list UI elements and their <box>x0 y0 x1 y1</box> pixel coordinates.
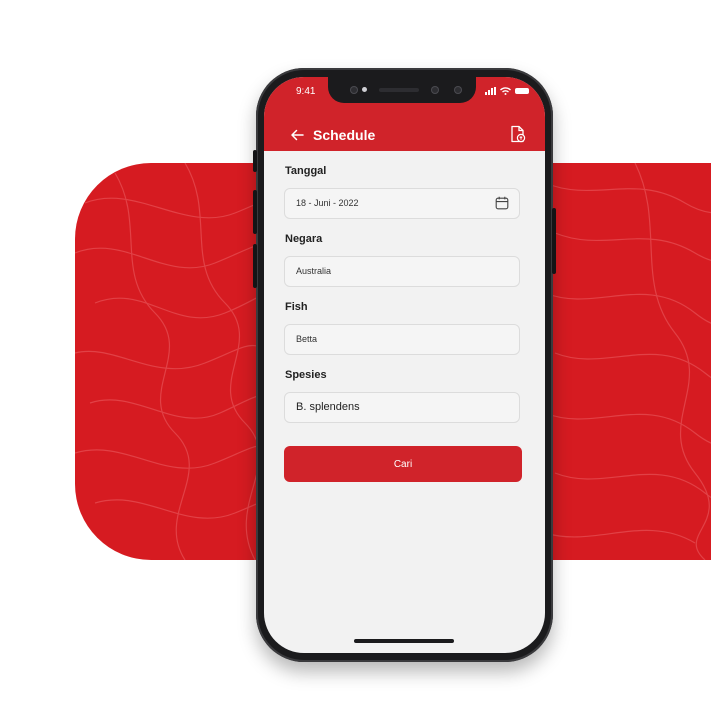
calendar-icon[interactable] <box>495 196 509 210</box>
status-time: 9:41 <box>296 86 316 97</box>
proximity-dot <box>431 86 439 94</box>
fish-field[interactable]: Betta <box>284 324 520 355</box>
notch <box>328 77 476 103</box>
species-label: Spesies <box>285 369 327 381</box>
country-value: Australia <box>296 266 332 276</box>
silent-switch <box>253 150 257 172</box>
arrow-left-icon[interactable] <box>290 128 304 142</box>
volume-up-button <box>253 190 257 234</box>
camera-dot <box>350 86 358 94</box>
fish-label: Fish <box>285 301 308 313</box>
date-label: Tanggal <box>285 165 327 177</box>
country-label: Negara <box>285 233 323 245</box>
status-icons <box>485 87 529 95</box>
species-value: B. splendens <box>296 401 360 413</box>
stage: 9:41 Schedule Tanggal 18 - Juni - 2022 N… <box>0 0 711 726</box>
phone-screen: 9:41 Schedule Tanggal 18 - Juni - 2022 N… <box>264 77 545 653</box>
signal-icon <box>485 87 496 95</box>
speaker-grille <box>379 88 419 92</box>
date-value: 18 - Juni - 2022 <box>296 198 359 208</box>
fish-value: Betta <box>296 334 318 344</box>
phone-device: 9:41 Schedule Tanggal 18 - Juni - 2022 N… <box>253 68 556 662</box>
front-camera <box>454 86 462 94</box>
home-indicator[interactable] <box>354 639 454 643</box>
power-button <box>552 208 556 274</box>
sensor-dot <box>362 87 367 92</box>
battery-icon <box>515 88 529 94</box>
volume-down-button <box>253 244 257 288</box>
wifi-icon <box>500 87 511 95</box>
species-field[interactable]: B. splendens <box>284 392 520 423</box>
page-title: Schedule <box>313 127 376 143</box>
date-field[interactable]: 18 - Juni - 2022 <box>284 188 520 219</box>
app-header: 9:41 Schedule <box>264 77 545 151</box>
search-button[interactable]: Cari <box>284 446 522 482</box>
document-icon[interactable] <box>510 125 526 143</box>
country-field[interactable]: Australia <box>284 256 520 287</box>
